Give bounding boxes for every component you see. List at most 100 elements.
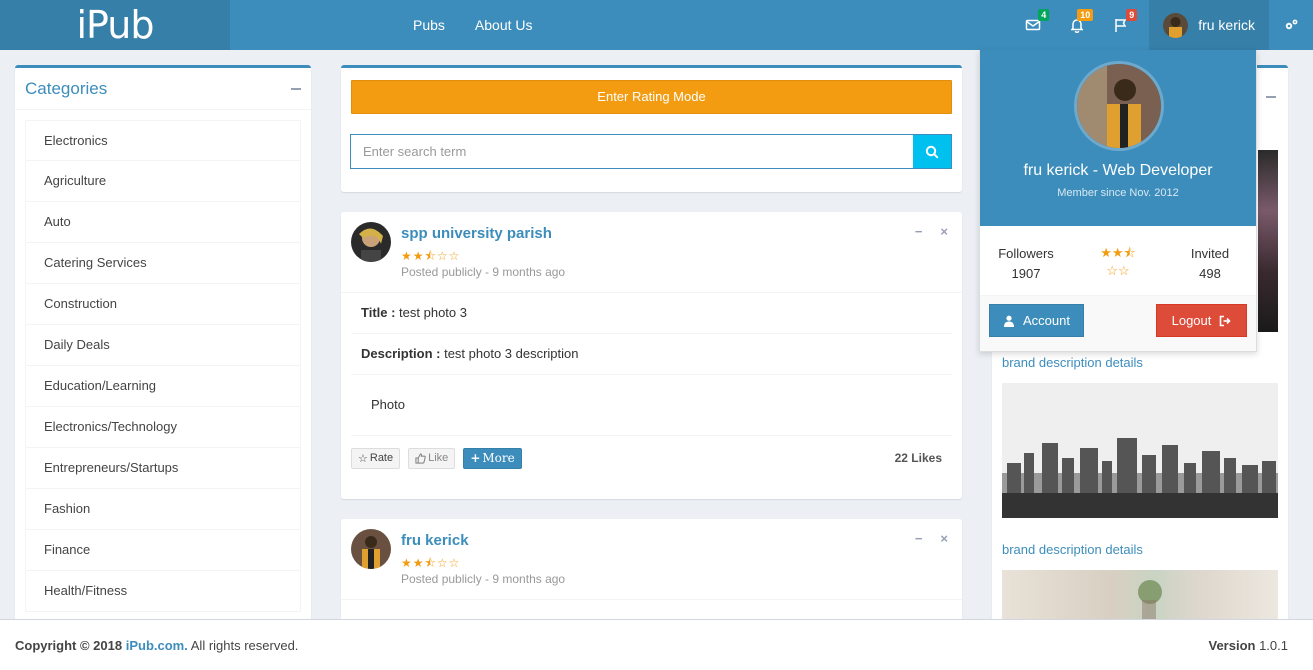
followers-value: 1907 <box>1011 266 1041 281</box>
post-description-row: Description : test photo 3 description <box>351 334 952 375</box>
post-author[interactable]: fru kerick <box>401 532 469 549</box>
like-label: Like <box>428 452 449 464</box>
plus-icon: + <box>470 451 481 465</box>
invited-stat[interactable]: Invited 498 <box>1164 226 1256 295</box>
post-meta: Posted publicly - 9 months ago <box>401 265 566 279</box>
author-avatar <box>351 222 391 262</box>
version-value: 1.0.1 <box>1259 637 1288 653</box>
brand-description-link[interactable]: brand description details <box>1002 542 1143 557</box>
category-item[interactable]: Fashion <box>25 489 301 530</box>
categories-list: Electronics Agriculture Auto Catering Se… <box>15 110 311 612</box>
top-navbar: iPub Pubs About Us 4 10 9 fru kerick <box>0 0 1313 50</box>
category-item[interactable]: Daily Deals <box>25 325 301 366</box>
categories-header: Categories <box>15 68 311 110</box>
more-label: More <box>482 451 515 465</box>
copyright-prefix: Copyright © 2018 <box>15 637 123 653</box>
main-nav: Pubs About Us <box>398 0 548 50</box>
brand-description-link[interactable]: brand description details <box>1002 355 1143 370</box>
category-item[interactable]: Electronics/Technology <box>25 407 301 448</box>
likes-count: 22 Likes <box>894 451 942 465</box>
post-author[interactable]: spp university parish <box>401 225 552 242</box>
rating-stars-top: ★★⯪ <box>1100 245 1136 260</box>
category-item[interactable]: Agriculture <box>25 161 301 202</box>
tasks-menu[interactable]: 9 <box>1099 0 1143 50</box>
post-tools: − × <box>915 531 948 546</box>
copyright: Copyright © 2018 iPub.com. All rights re… <box>15 638 298 653</box>
member-since: Member since Nov. 2012 <box>1057 187 1179 199</box>
brand-image[interactable] <box>1002 383 1278 518</box>
more-button[interactable]: + More <box>463 447 522 469</box>
search-button[interactable] <box>913 135 951 168</box>
nav-link-about-us[interactable]: About Us <box>460 0 548 50</box>
post-card: fru kerick ★★⯪☆☆ Posted publicly - 9 mon… <box>341 519 962 629</box>
close-icon[interactable]: × <box>940 224 948 239</box>
close-icon[interactable]: × <box>940 531 948 546</box>
categories-title: Categories <box>25 78 108 98</box>
control-sidebar-toggle[interactable] <box>1269 0 1313 50</box>
search-icon <box>925 145 939 159</box>
author-avatar <box>351 529 391 569</box>
title-value: test photo 3 <box>395 305 467 320</box>
followers-stat[interactable]: Followers 1907 <box>980 226 1072 295</box>
category-item[interactable]: Electronics <box>25 120 301 161</box>
user-stats: Followers 1907 ★★⯪ ☆☆ Invited 498 <box>980 226 1256 296</box>
user-profile-image <box>1074 61 1164 151</box>
sign-out-icon <box>1220 315 1232 326</box>
version: Version 1.0.1 <box>1208 638 1288 653</box>
rate-button[interactable]: ☆ Rate <box>351 447 401 469</box>
category-item[interactable]: Education/Learning <box>25 366 301 407</box>
page-footer: Copyright © 2018 iPub.com. All rights re… <box>0 619 1313 670</box>
collapse-icon[interactable]: − <box>915 531 923 546</box>
followers-label: Followers <box>998 246 1054 261</box>
user-dropdown: fru kerick - Web Developer Member since … <box>979 50 1257 352</box>
post-media: Photo <box>351 375 952 436</box>
tasks-badge: 9 <box>1126 9 1138 21</box>
invited-label: Invited <box>1190 246 1230 261</box>
search-bar <box>350 134 952 169</box>
title-label: Title : <box>361 305 396 320</box>
category-item[interactable]: Auto <box>25 202 301 243</box>
category-item[interactable]: Health/Fitness <box>25 571 301 612</box>
collapse-icon[interactable] <box>291 87 301 90</box>
category-item[interactable]: Construction <box>25 284 301 325</box>
logout-button[interactable]: Logout <box>1156 304 1247 337</box>
post-meta: Posted publicly - 9 months ago <box>401 572 566 586</box>
post-body: Title : test photo 3 Description : test … <box>341 293 962 436</box>
user-name: fru kerick <box>1198 17 1255 33</box>
brand-image[interactable] <box>1258 150 1278 332</box>
enter-rating-mode-button[interactable]: Enter Rating Mode <box>351 80 952 114</box>
notifications-menu[interactable]: 10 <box>1055 0 1099 50</box>
rating-stars-bottom: ☆☆ <box>1106 263 1130 278</box>
thumbs-up-icon <box>415 452 426 464</box>
site-link[interactable]: iPub.com. <box>126 638 188 653</box>
description-value: test photo 3 description <box>440 346 579 361</box>
post-header: fru kerick ★★⯪☆☆ Posted publicly - 9 mon… <box>341 519 962 600</box>
search-input[interactable] <box>351 135 913 168</box>
collapse-icon[interactable]: − <box>915 224 923 239</box>
user-menu-toggle[interactable]: fru kerick <box>1149 0 1269 50</box>
messages-menu[interactable]: 4 <box>1011 0 1055 50</box>
account-label: Account <box>1023 313 1070 328</box>
notifications-badge: 10 <box>1077 9 1094 21</box>
category-item[interactable]: Catering Services <box>25 243 301 284</box>
user-icon <box>1004 315 1014 327</box>
like-button[interactable]: Like <box>408 447 456 469</box>
invited-value: 498 <box>1199 266 1221 281</box>
brand-image[interactable] <box>1002 570 1278 620</box>
star-outline-icon: ☆ <box>358 452 368 465</box>
messages-badge: 4 <box>1038 9 1050 21</box>
category-item[interactable]: Finance <box>25 530 301 571</box>
collapse-icon[interactable] <box>1266 86 1276 101</box>
rights-text: All rights reserved. <box>190 637 299 653</box>
post-title-row: Title : test photo 3 <box>351 293 952 334</box>
nav-link-pubs[interactable]: Pubs <box>398 0 460 50</box>
profile-name: fru kerick - Web Developer <box>1023 162 1213 179</box>
post-footer: ☆ Rate Like + More 22 Likes <box>341 436 962 480</box>
user-avatar <box>1163 12 1189 38</box>
description-label: Description : <box>361 346 441 361</box>
account-button[interactable]: Account <box>989 304 1084 337</box>
search-box: Enter Rating Mode <box>341 65 962 192</box>
category-item[interactable]: Entrepreneurs/Startups <box>25 448 301 489</box>
logo[interactable]: iPub <box>0 0 230 50</box>
version-label: Version <box>1208 637 1256 653</box>
